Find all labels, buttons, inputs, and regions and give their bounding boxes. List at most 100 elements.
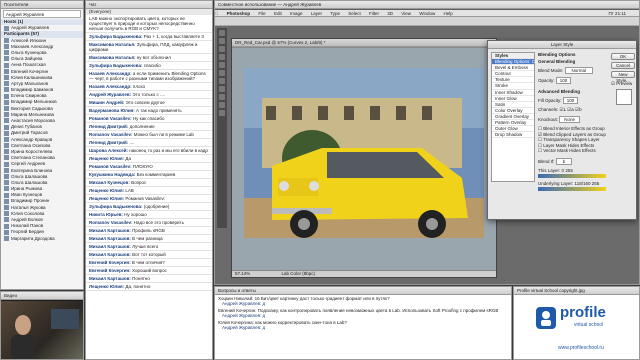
- chat-message: Андрей Журавлев: Это только с ....: [86, 91, 212, 100]
- menu-edit[interactable]: Edit: [274, 11, 282, 16]
- chat-author: Романов Vasasilev:: [89, 164, 132, 170]
- user-icon: [4, 118, 9, 124]
- user-icon: [4, 81, 9, 87]
- chat-text: Это совсем другое: [125, 100, 165, 106]
- chat-message: Кукушкина Надежда: Без комментариев: [86, 171, 212, 180]
- menu-file[interactable]: File: [258, 11, 265, 16]
- gradient-tool-icon[interactable]: [219, 78, 225, 84]
- chat-message: Леонид Дмитрий: дополнение: [86, 123, 212, 132]
- ok-button[interactable]: OK: [611, 53, 635, 60]
- preview-swatch: [616, 89, 632, 105]
- qa-answer: Андрей Журавлев: д: [222, 325, 266, 330]
- user-icon: [4, 56, 9, 62]
- user-icon: [4, 25, 9, 31]
- apple-icon[interactable]: : [215, 11, 218, 16]
- chat-author: Леонид Дмитрий:: [89, 124, 129, 130]
- user-icon: [4, 130, 9, 136]
- menu-view[interactable]: View: [401, 11, 411, 16]
- chat-message: Максимова Наталья: Зульфира, ПЛД, камуфл…: [86, 41, 212, 55]
- advanced-checkbox[interactable]: ☐ Vector Mask Hides Effects: [538, 148, 608, 154]
- blend-mode-label: Blend Mode:: [538, 68, 564, 73]
- preview-checkbox[interactable]: ☑ Preview: [611, 81, 632, 87]
- brand-tagline: virtual school: [574, 322, 604, 328]
- fill-opacity-input[interactable]: 100: [562, 97, 579, 104]
- participants-search[interactable]: Андрей Журавлев: [3, 10, 81, 18]
- menu-layer[interactable]: Layer: [311, 11, 322, 16]
- chat-message: Михаил Карташов: Понятно: [86, 275, 212, 284]
- user-icon: [4, 62, 9, 68]
- user-icon: [4, 186, 9, 192]
- blend-if-select[interactable]: b: [555, 157, 573, 165]
- chat-author: Кукушкина Надежда:: [89, 172, 136, 178]
- document-tab[interactable]: DR_Red_Car.psd @ 57% (Curves 2, Lab/8) *: [232, 39, 496, 47]
- underlying-slider[interactable]: [538, 186, 606, 191]
- lasso-tool-icon[interactable]: [219, 46, 225, 52]
- participant-name: Николай Панов: [11, 223, 44, 229]
- brand-name: profile: [560, 304, 606, 321]
- user-icon: [4, 44, 9, 50]
- checkbox-label: Blend Interior Effects as Group: [543, 126, 605, 131]
- qa-title: Вопросы и ответы: [215, 287, 511, 295]
- marquee-tool-icon[interactable]: [219, 38, 225, 44]
- move-tool-icon[interactable]: [219, 30, 225, 36]
- this-layer-slider[interactable]: [538, 173, 606, 178]
- menu-3d[interactable]: 3D: [387, 11, 393, 16]
- participant-name: Анастасия Морозова: [11, 118, 55, 123]
- user-icon: [4, 75, 9, 80]
- chat-text: Да, понятно: [125, 284, 151, 290]
- chat-message: Михаил Карташов: Лучше всего: [86, 243, 212, 252]
- logo-pane: Profile virtual School copyright.jpg pro…: [513, 286, 640, 360]
- menu-filter[interactable]: Filter: [369, 11, 379, 16]
- checkbox-label: Vector Mask Hides Effects: [543, 148, 596, 153]
- qa-answer: Андрей Журавлев: д: [222, 301, 266, 306]
- eraser-tool-icon[interactable]: [219, 70, 225, 76]
- channel-b-checkbox[interactable]: ☑b: [575, 107, 582, 112]
- channel-a-checkbox[interactable]: ☑a: [567, 107, 574, 112]
- menu-type[interactable]: Type: [330, 11, 340, 16]
- new-style-button[interactable]: New Style...: [611, 71, 635, 83]
- chat-author: Romanov Vasasilev:: [89, 132, 133, 138]
- user-icon: [4, 124, 9, 130]
- style-item[interactable]: Drop Shadow: [492, 132, 534, 139]
- video-title: Видео: [1, 292, 83, 300]
- menu-photoshop[interactable]: Photoshop: [227, 11, 251, 16]
- user-icon: [4, 143, 9, 149]
- chat-author: Лещенко Юлия:: [89, 284, 125, 290]
- brush-tool-icon[interactable]: [219, 62, 225, 68]
- general-header: General Blending: [538, 59, 576, 64]
- share-title: Совместное использование — Андрей Журавл…: [215, 1, 639, 9]
- menu-select[interactable]: Select: [348, 11, 361, 16]
- tools-panel: [217, 28, 227, 228]
- zoom-value[interactable]: 57.14%: [235, 271, 250, 276]
- menu-help[interactable]: Help: [444, 11, 453, 16]
- blend-mode-select[interactable]: Normal: [564, 67, 594, 74]
- user-icon: [4, 50, 9, 56]
- pen-tool-icon[interactable]: [219, 86, 225, 92]
- cancel-button[interactable]: Cancel: [611, 62, 635, 69]
- participant-item[interactable]: Маргарита Дроздова: [1, 236, 83, 242]
- menu-image[interactable]: Image: [290, 11, 303, 16]
- chat-author: Михаил Карташов:: [89, 252, 131, 258]
- chat-text: наконец то раз и мы его вбили в кадр: [129, 148, 208, 154]
- chat-text: ....: [129, 140, 135, 146]
- menu-window[interactable]: Window: [419, 11, 435, 16]
- participant-name: Виктория Садыкова: [11, 105, 53, 111]
- zoom-tool-icon[interactable]: [219, 110, 225, 116]
- type-tool-icon[interactable]: [219, 94, 225, 100]
- hand-tool-icon[interactable]: [219, 102, 225, 108]
- knockout-select[interactable]: None: [559, 116, 581, 123]
- qa-list: Хоцкин Николай: 16 Бит/цвет картинку дас…: [215, 295, 511, 331]
- participant-name: Ирина Коростелева: [11, 148, 53, 154]
- opacity-input[interactable]: 100: [555, 77, 572, 84]
- webcam-feed: [1, 301, 83, 359]
- channel-l-checkbox[interactable]: ☑L: [560, 107, 566, 112]
- chat-text: Профиль sRGB: [132, 228, 165, 234]
- knockout-label: Knockout:: [538, 117, 559, 122]
- crop-tool-icon[interactable]: [219, 54, 225, 60]
- chat-text: Ну хорошо: [124, 212, 147, 218]
- chat-message: Романов Vasasilev: ПЛОХУЮ: [86, 163, 212, 172]
- underlying-min: 118: [574, 180, 582, 186]
- participant-name: Марина Мельникова: [11, 111, 55, 117]
- chat-message: Евгений Кочергин: В чем отличия?: [86, 259, 212, 268]
- chat-text: В чем разница: [132, 236, 163, 242]
